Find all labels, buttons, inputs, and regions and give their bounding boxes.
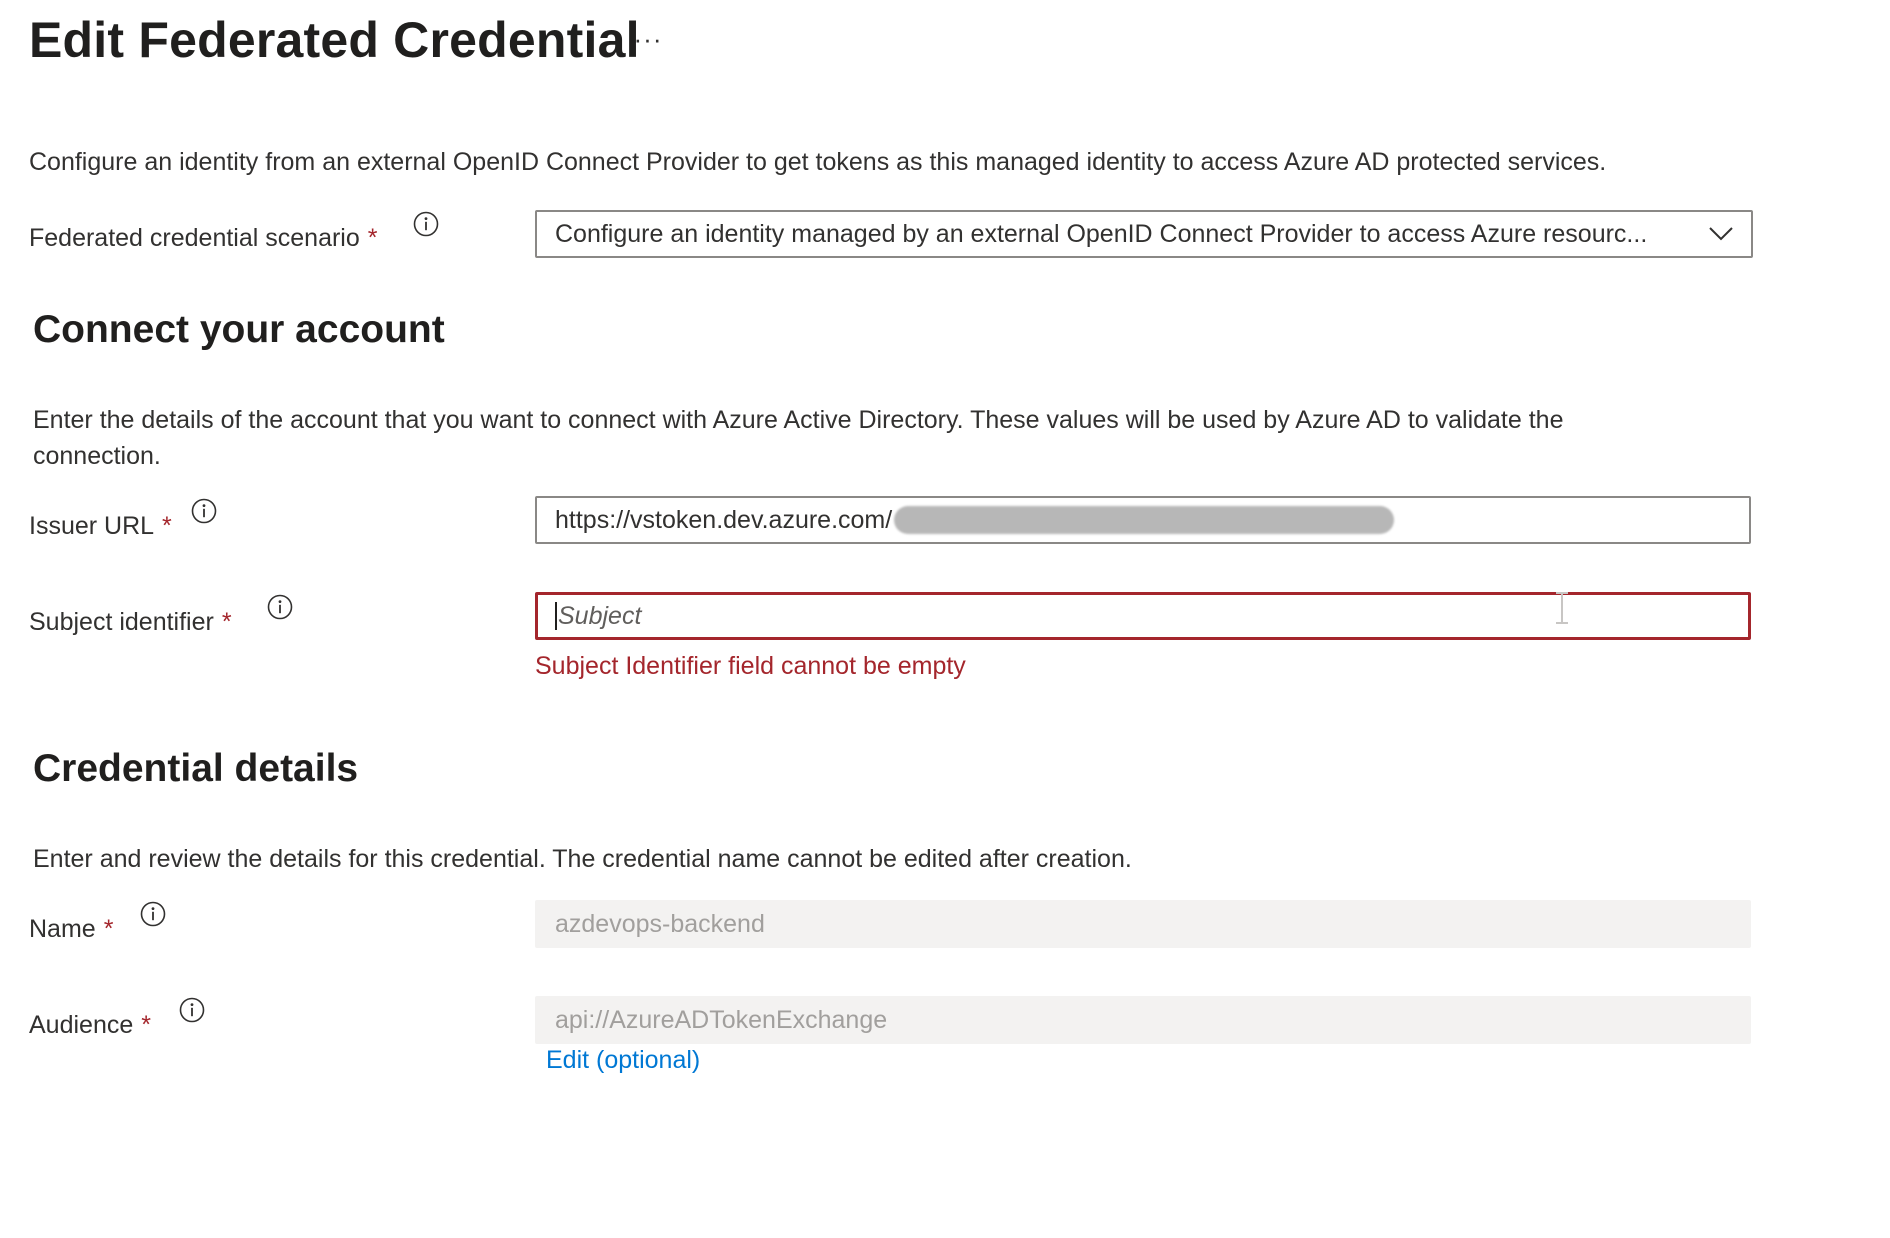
edit-audience-link[interactable]: Edit (optional) xyxy=(546,1046,700,1075)
issuer-label: Issuer URL * xyxy=(29,508,172,544)
chevron-down-icon xyxy=(1691,212,1751,256)
page-description: Configure an identity from an external O… xyxy=(29,148,1607,176)
name-label-text: Name xyxy=(29,914,96,943)
text-cursor-icon xyxy=(1553,590,1571,626)
info-icon[interactable] xyxy=(266,593,294,621)
scenario-label: Federated credential scenario * xyxy=(29,220,377,256)
more-options-button[interactable]: ··· xyxy=(632,24,664,54)
page-header: Edit Federated Credential xyxy=(29,8,640,72)
connect-description: Enter the details of the account that yo… xyxy=(33,406,1564,470)
issuer-url-value: https://vstoken.dev.azure.com/ xyxy=(555,505,893,534)
audience-label: Audience * xyxy=(29,1007,151,1043)
required-asterisk: * xyxy=(221,607,232,636)
scenario-dropdown[interactable]: Configure an identity managed by an exte… xyxy=(535,210,1753,258)
subject-label-text: Subject identifier xyxy=(29,607,214,636)
info-icon[interactable] xyxy=(190,497,218,525)
name-input: azdevops-backend xyxy=(535,900,1751,948)
subject-placeholder: Subject xyxy=(558,601,642,630)
credential-description: Enter and review the details for this cr… xyxy=(33,845,1132,873)
name-label: Name * xyxy=(29,911,113,947)
text-caret xyxy=(555,602,557,630)
audience-label-text: Audience xyxy=(29,1010,134,1039)
scenario-selected-value: Configure an identity managed by an exte… xyxy=(555,219,1648,248)
required-asterisk: * xyxy=(367,223,378,252)
name-value: azdevops-backend xyxy=(555,909,765,938)
subject-label: Subject identifier * xyxy=(29,604,232,640)
scenario-label-text: Federated credential scenario xyxy=(29,223,360,252)
required-asterisk: * xyxy=(103,914,114,943)
page-title: Edit Federated Credential xyxy=(29,12,640,68)
required-asterisk: * xyxy=(162,511,172,540)
info-icon[interactable] xyxy=(139,900,167,928)
issuer-label-text: Issuer URL xyxy=(29,511,155,540)
redacted-text xyxy=(894,506,1395,534)
credential-section-title: Credential details xyxy=(33,747,359,790)
audience-value: api://AzureADTokenExchange xyxy=(555,1005,888,1034)
info-icon[interactable] xyxy=(412,210,440,238)
info-icon[interactable] xyxy=(178,996,206,1024)
connect-section-title: Connect your account xyxy=(33,308,445,351)
issuer-url-input[interactable]: https://vstoken.dev.azure.com/ xyxy=(535,496,1751,544)
subject-error-message: Subject Identifier field cannot be empty xyxy=(535,652,966,680)
audience-input: api://AzureADTokenExchange xyxy=(535,996,1751,1044)
required-asterisk: * xyxy=(141,1010,151,1039)
